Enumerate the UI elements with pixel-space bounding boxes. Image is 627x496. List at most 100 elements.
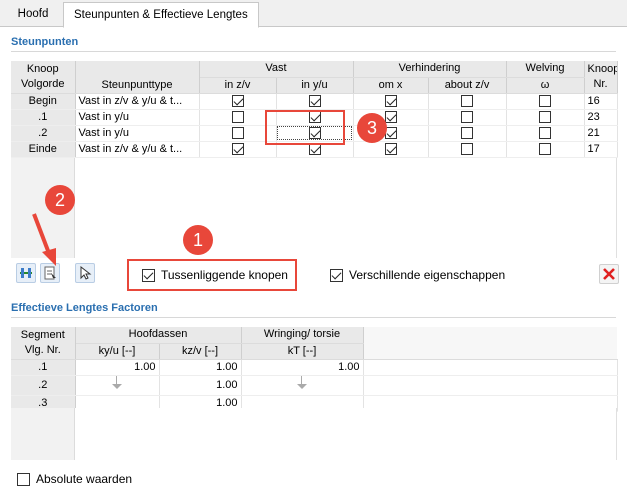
checkbox-om-x[interactable] (384, 142, 397, 155)
delete-x-icon (603, 268, 615, 280)
absolute-waarden-checkbox[interactable] (17, 472, 30, 486)
cell-ky[interactable] (75, 375, 160, 396)
header-kz: kz/v [--] (159, 343, 242, 360)
verschillende-eigenschappen-label: Verschillende eigenschappen (349, 268, 506, 282)
checkbox-vast-zv[interactable] (231, 110, 244, 123)
header-ky: ky/u [--] (75, 343, 160, 360)
row-seq: Einde (11, 141, 76, 158)
pick-pointer-icon (80, 266, 92, 280)
cell-kz[interactable]: 1.00 (159, 359, 242, 376)
cell-empty (363, 359, 618, 376)
row-seg: .2 (11, 375, 76, 396)
checkbox-about-zv[interactable] (461, 94, 474, 107)
checkbox-welving[interactable] (539, 142, 552, 155)
row-node[interactable]: 16 (584, 93, 618, 110)
table-row[interactable]: .1 1.00 1.00 1.00 (11, 359, 618, 376)
steunpunten-empty-area (11, 158, 617, 258)
absolute-waarden-label: Absolute waarden (36, 472, 133, 486)
checkbox-about-zv[interactable] (461, 110, 474, 123)
cell-kt[interactable] (241, 375, 364, 396)
verschillende-eigenschappen-option[interactable]: Verschillende eigenschappen (330, 268, 505, 282)
checkbox-welving[interactable] (539, 94, 552, 107)
tab-bar: Hoofd Steunpunten & Effectieve Lengtes (0, 0, 627, 28)
callout-box-vast-yu (265, 110, 345, 145)
row-header-gutter (11, 408, 75, 460)
cell-kz[interactable]: 1.00 (159, 375, 242, 396)
cell-welving[interactable] (506, 125, 585, 142)
checkbox-om-x[interactable] (384, 110, 397, 123)
cell-about-zv[interactable] (428, 109, 507, 126)
header-vast-zv: in z/v (199, 77, 277, 94)
effectieve-lengtes-title: Effectieve Lengtes Factoren (11, 302, 158, 314)
header-omega: ω (506, 77, 585, 94)
insert-node-icon (20, 268, 32, 278)
header-hoofdassen: Hoofdassen (75, 327, 242, 344)
cell-vast-zv[interactable] (199, 93, 277, 110)
row-type[interactable]: Vast in y/u (75, 125, 200, 142)
verschillende-eigenschappen-checkbox[interactable] (330, 268, 343, 282)
cell-kt[interactable]: 1.00 (241, 359, 364, 376)
row-type[interactable]: Vast in z/v & y/u & t... (75, 93, 200, 110)
cell-about-zv[interactable] (428, 125, 507, 142)
tab-hoofd[interactable]: Hoofd (4, 2, 62, 27)
checkbox-vast-zv[interactable] (231, 94, 244, 107)
cell-welving[interactable] (506, 93, 585, 110)
cell-about-zv[interactable] (428, 141, 507, 158)
table-row[interactable]: Begin Vast in z/v & y/u & t... 16 (11, 93, 618, 110)
steunpunten-title: Steunpunten (11, 36, 79, 48)
cell-om-x[interactable] (353, 93, 429, 110)
delete-button[interactable] (599, 264, 619, 284)
cell-welving[interactable] (506, 141, 585, 158)
cell-about-zv[interactable] (428, 93, 507, 110)
row-node[interactable]: 21 (584, 125, 618, 142)
effectieve-lengtes-table: Segment Vlg. Nr. Hoofdassen Wringing/ to… (11, 327, 618, 412)
checkbox-about-zv[interactable] (461, 142, 474, 155)
effective-empty-area (11, 408, 617, 460)
row-type[interactable]: Vast in z/v & y/u & t... (75, 141, 200, 158)
checkbox-om-x[interactable] (384, 94, 397, 107)
pick-pointer-button[interactable] (75, 263, 95, 283)
absolute-waarden-option[interactable]: Absolute waarden (17, 472, 132, 486)
callout-2: 2 (45, 185, 75, 215)
row-seq: .2 (11, 125, 76, 142)
header-vast: Vast (199, 61, 354, 78)
checkbox-welving[interactable] (539, 126, 552, 139)
checkbox-welving[interactable] (539, 110, 552, 123)
checkbox-vast-zv[interactable] (231, 126, 244, 139)
checkbox-about-zv[interactable] (461, 126, 474, 139)
callout-arrow-icon (32, 213, 56, 266)
header-about-zv: about z/v (428, 77, 507, 94)
callout-1: 1 (183, 225, 213, 255)
header-om-x: om x (353, 77, 429, 94)
cell-om-x[interactable] (353, 141, 429, 158)
header-wringing: Wringing/ torsie (241, 327, 364, 344)
header-segment: Segment Vlg. Nr. (11, 327, 76, 360)
row-seq: Begin (11, 93, 76, 110)
header-verhindering: Verhindering (353, 61, 507, 78)
tab-steunpunten-effectieve-lengtes[interactable]: Steunpunten & Effectieve Lengtes (63, 2, 259, 28)
table-row[interactable]: .2 1.00 (11, 375, 618, 396)
row-node[interactable]: 23 (584, 109, 618, 126)
header-vast-yu: in y/u (276, 77, 354, 94)
cell-vast-yu[interactable] (276, 93, 354, 110)
row-seg: .1 (11, 359, 76, 376)
header-welving: Welving (506, 61, 585, 78)
checkbox-vast-zv[interactable] (231, 142, 244, 155)
row-seq: .1 (11, 109, 76, 126)
row-type[interactable]: Vast in y/u (75, 109, 200, 126)
effectieve-lengtes-divider (11, 317, 616, 318)
cell-ky[interactable]: 1.00 (75, 359, 160, 376)
header-knoop-volgorde: Knoop Volgorde (11, 61, 76, 94)
header-filler (363, 327, 617, 360)
cell-welving[interactable] (506, 109, 585, 126)
row-node[interactable]: 17 (584, 141, 618, 158)
select-table-icon (44, 266, 56, 280)
fill-down-icon (296, 375, 308, 390)
callout-3: 3 (357, 113, 387, 143)
header-knoop-nr: Knoop Nr. (584, 61, 618, 94)
steunpunten-divider (11, 51, 616, 52)
fill-down-icon (111, 375, 123, 390)
header-steunpunttype: Steunpunttype (75, 61, 200, 94)
checkbox-vast-yu[interactable] (308, 94, 321, 107)
header-kt: kT [--] (241, 343, 364, 360)
